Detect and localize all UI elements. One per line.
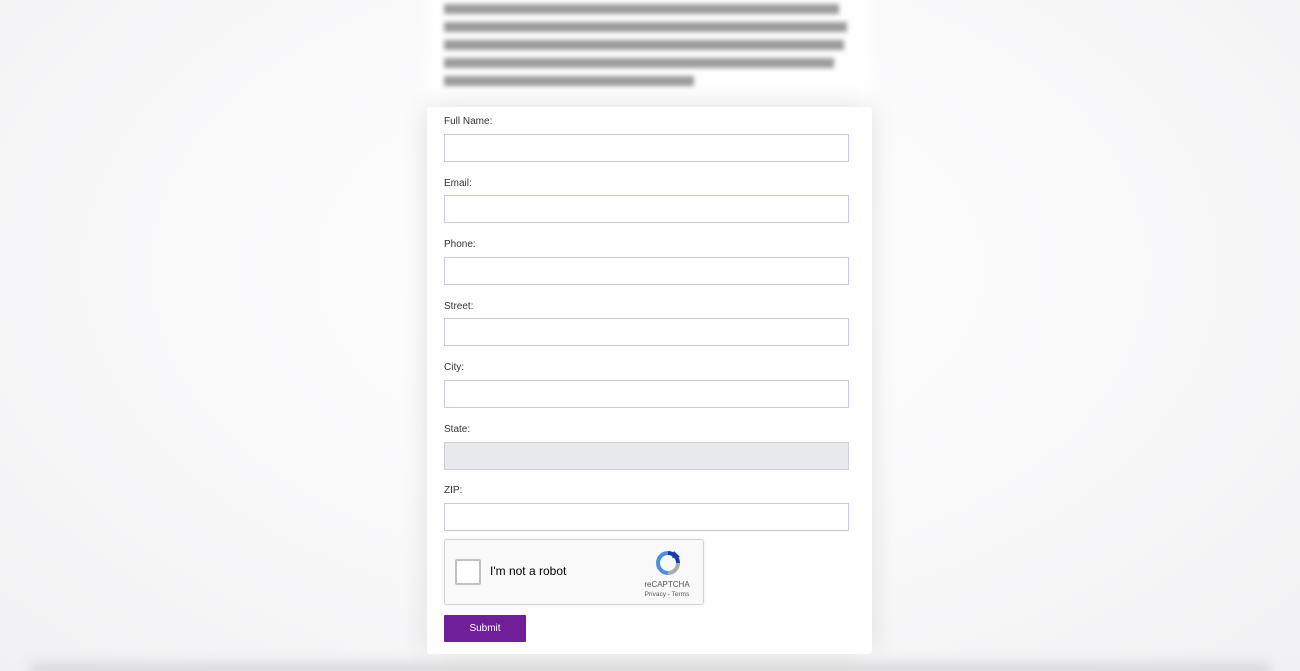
phone-label: Phone: (444, 239, 476, 250)
submit-button[interactable]: Submit (444, 615, 526, 642)
recaptcha-label: I'm not a robot (490, 564, 567, 578)
street-input[interactable] (444, 318, 849, 346)
email-label: Email: (444, 178, 472, 189)
phone-input[interactable] (444, 257, 849, 285)
state-label: State: (444, 424, 471, 435)
city-label: City: (444, 362, 464, 373)
email-input[interactable] (444, 195, 849, 223)
full-name-label: Full Name: (444, 116, 493, 127)
contact-form-modal: Full Name: Email: Phone: Street: City: S… (427, 107, 872, 654)
recaptcha-privacy-terms[interactable]: Privacy - Terms (635, 591, 699, 598)
recaptcha-brand: reCAPTCHA (644, 580, 690, 589)
city-input[interactable] (444, 380, 849, 408)
state-input[interactable] (444, 442, 849, 470)
zip-label: ZIP: (444, 485, 463, 496)
recaptcha-checkbox[interactable] (455, 559, 481, 585)
zip-input[interactable] (444, 503, 849, 531)
recaptcha-logo-icon (656, 551, 680, 575)
street-label: Street: (444, 301, 474, 312)
background-bottom-shadow (30, 663, 1270, 671)
full-name-input[interactable] (444, 134, 849, 162)
recaptcha-widget: I'm not a robot reCAPTCHA Privacy - Term… (444, 539, 704, 605)
background-text-blurred (444, 0, 849, 94)
